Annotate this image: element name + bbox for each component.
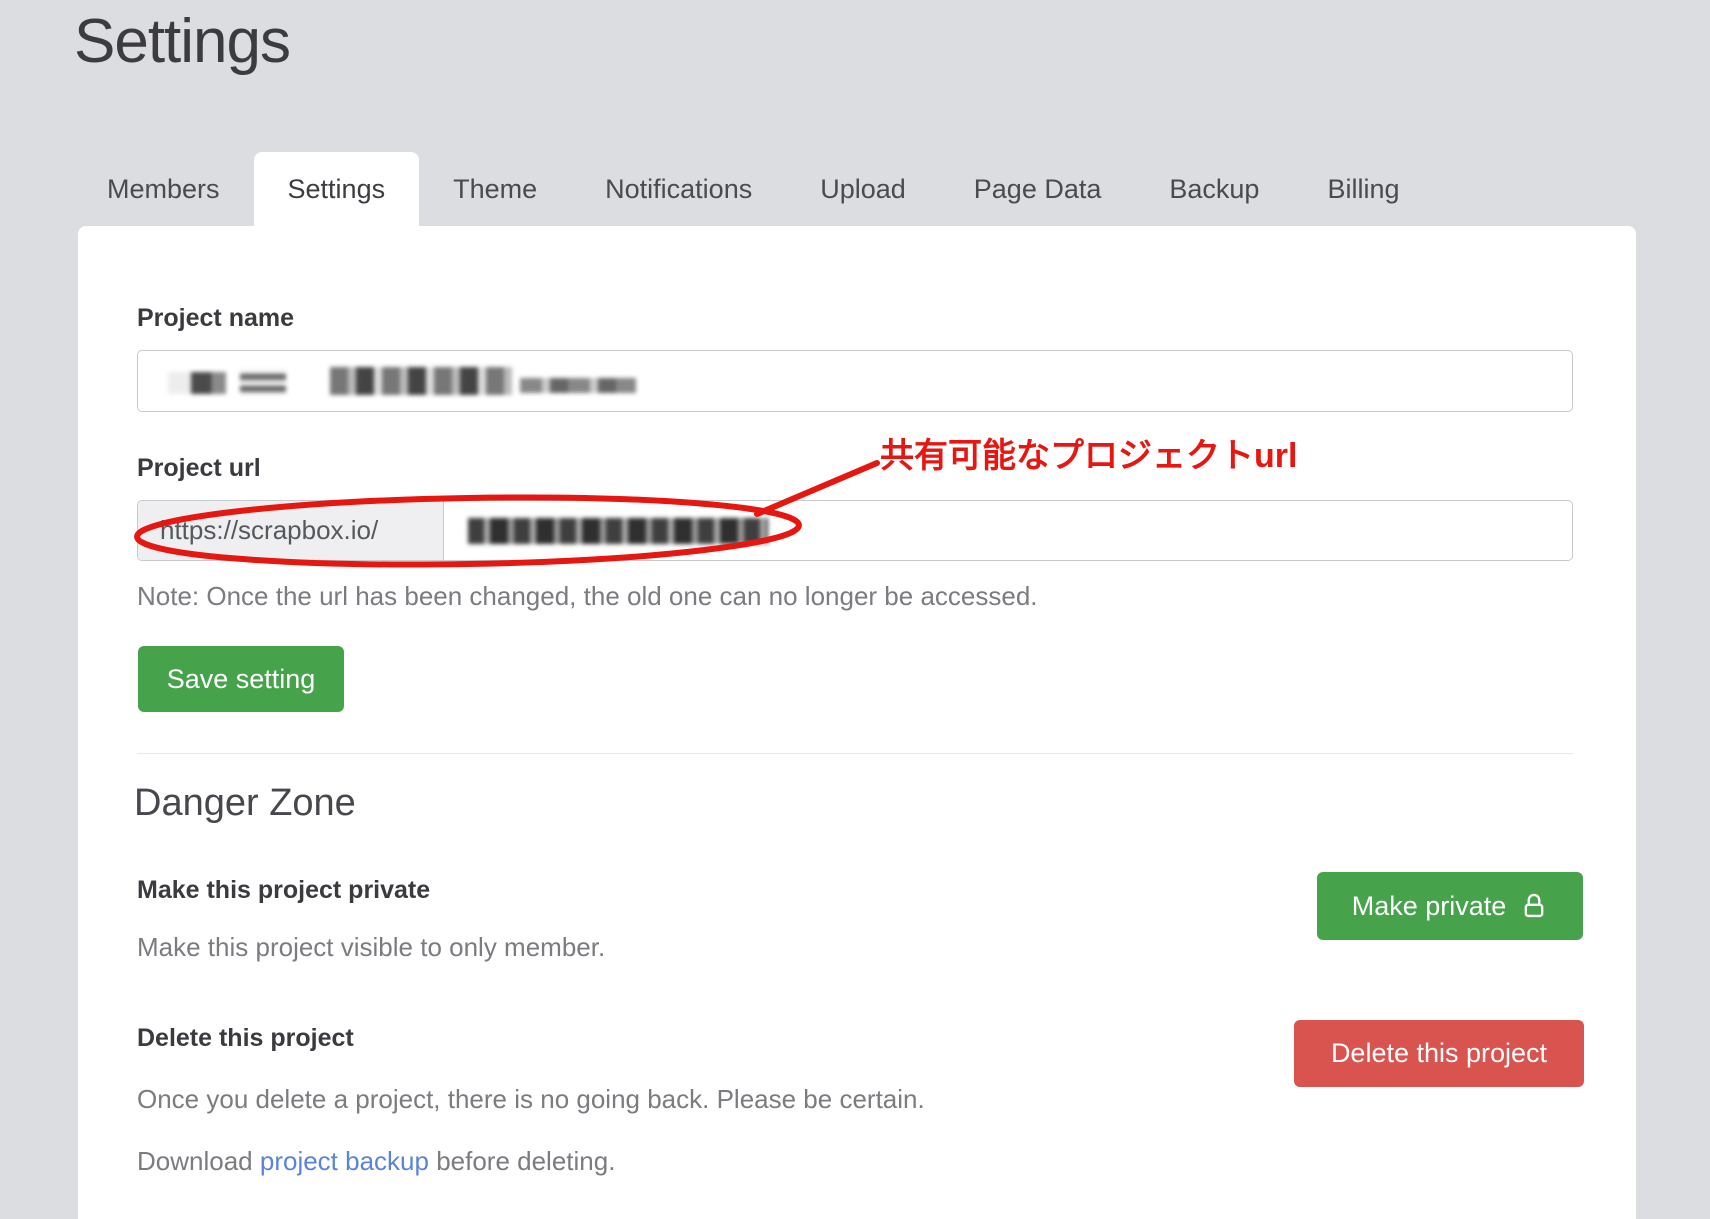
project-url-prefix: https://scrapbox.io/: [138, 501, 444, 560]
project-name-label: Project name: [137, 304, 294, 333]
make-private-button[interactable]: Make private: [1317, 872, 1583, 940]
redacted-project-name: [168, 372, 226, 394]
project-url-label: Project url: [137, 454, 261, 483]
make-private-label: Make this project private: [137, 876, 430, 905]
project-url-input[interactable]: [444, 501, 1572, 560]
make-private-button-label: Make private: [1352, 891, 1507, 922]
settings-panel: Project name Project url https://scrapbo…: [78, 226, 1636, 1219]
tab-page-data[interactable]: Page Data: [940, 152, 1136, 226]
backup-hint-prefix: Download: [137, 1146, 260, 1176]
project-url-group: https://scrapbox.io/: [137, 500, 1573, 561]
tab-backup[interactable]: Backup: [1135, 152, 1293, 226]
redacted-project-url: [468, 518, 768, 544]
tab-theme[interactable]: Theme: [419, 152, 571, 226]
danger-zone-heading: Danger Zone: [134, 782, 356, 825]
redacted-project-name: [520, 378, 636, 393]
delete-project-description: Once you delete a project, there is no g…: [137, 1084, 925, 1115]
tab-settings[interactable]: Settings: [254, 152, 420, 226]
tab-notifications[interactable]: Notifications: [571, 152, 786, 226]
backup-hint-suffix: before deleting.: [429, 1146, 615, 1176]
url-change-note: Note: Once the url has been changed, the…: [137, 581, 1038, 612]
lock-icon: [1520, 892, 1548, 920]
section-divider: [137, 753, 1573, 754]
make-private-description: Make this project visible to only member…: [137, 932, 605, 963]
tab-upload[interactable]: Upload: [786, 152, 940, 226]
delete-project-label: Delete this project: [137, 1024, 354, 1053]
tab-members[interactable]: Members: [73, 152, 254, 226]
tab-billing[interactable]: Billing: [1293, 152, 1433, 226]
redacted-project-name: [330, 367, 512, 395]
page-title: Settings: [74, 6, 290, 77]
redacted-project-name: [240, 369, 286, 393]
settings-tab-bar: Members Settings Theme Notifications Upl…: [73, 152, 1433, 226]
delete-project-button[interactable]: Delete this project: [1294, 1020, 1584, 1087]
project-backup-link[interactable]: project backup: [260, 1146, 429, 1176]
backup-hint: Download project backup before deleting.: [137, 1146, 615, 1177]
annotation-label: 共有可能なプロジェクトurl: [880, 436, 1297, 476]
save-setting-button[interactable]: Save setting: [138, 646, 344, 712]
project-name-input[interactable]: [137, 350, 1573, 412]
